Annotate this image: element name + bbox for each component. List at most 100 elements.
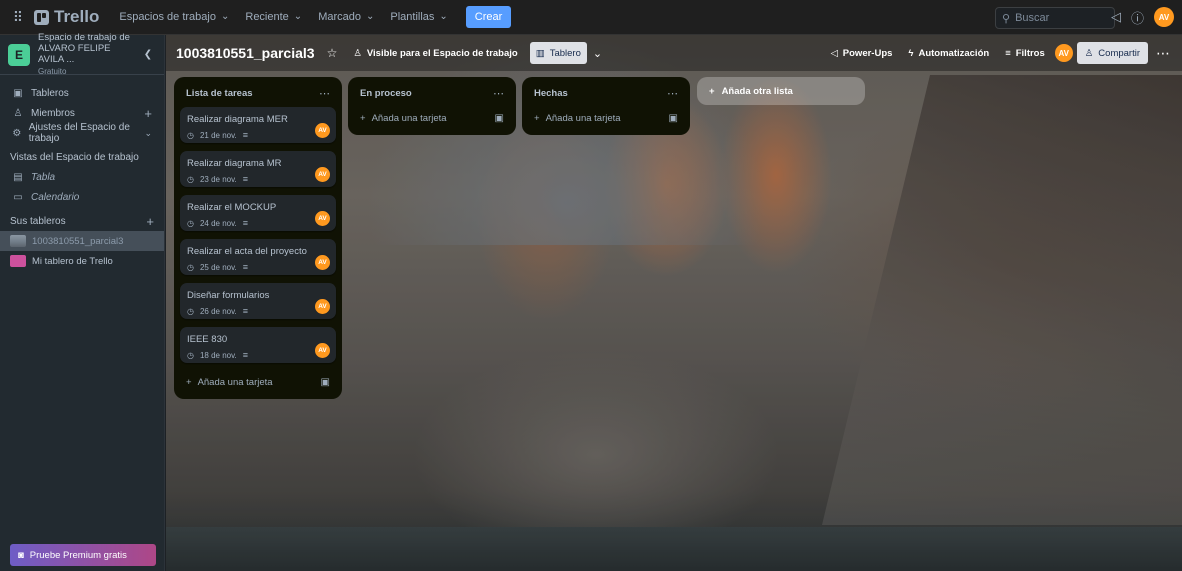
boards-icon: ▣ <box>13 87 23 99</box>
card-due-date: 25 de nov. <box>199 262 237 272</box>
board-menu-icon[interactable]: ⋯ <box>1152 45 1174 62</box>
collapse-sidebar-icon[interactable]: ❮ <box>140 49 156 60</box>
card-member-avatar[interactable]: AV <box>315 299 330 314</box>
list-in-progress: En proceso ⋯ + Añada una tarjeta ▣ <box>348 77 516 135</box>
share-button[interactable]: ♙ Compartir <box>1076 42 1148 64</box>
card-title: IEEE 830 <box>187 334 228 345</box>
clock-icon: ◷ <box>187 174 194 184</box>
lightning-icon: ϟ <box>908 47 914 59</box>
card-member-avatar[interactable]: AV <box>315 343 330 358</box>
card-member-avatar[interactable]: AV <box>315 211 330 226</box>
nav-recent[interactable]: Reciente ⌄ <box>237 4 310 30</box>
automation-button[interactable]: ϟ Automatización <box>902 42 995 64</box>
board-title[interactable]: 1003810551_parcial3 <box>176 45 315 61</box>
add-card-button[interactable]: + Añada una tarjeta ▣ <box>354 107 510 129</box>
your-boards-section: Sus tableros + <box>0 211 164 231</box>
card-member-avatar[interactable]: AV <box>315 123 330 138</box>
template-icon[interactable]: ▣ <box>495 113 504 124</box>
chevron-down-icon[interactable]: ⌄ <box>593 47 602 60</box>
card[interactable]: Diseñar formularios ◷ 26 de nov. ≡ AV <box>180 283 336 319</box>
premium-trial-label: Pruebe Premium gratis <box>29 549 127 561</box>
nav-workspaces-label: Espacios de trabajo <box>119 11 216 23</box>
create-button[interactable]: Crear <box>465 6 512 28</box>
nav-workspaces[interactable]: Espacios de trabajo ⌄ <box>111 4 237 30</box>
list-title[interactable]: Hechas <box>534 88 568 99</box>
workspace-plan: Gratuito <box>38 66 67 76</box>
add-list-button[interactable]: + Añada otra lista <box>697 77 865 105</box>
list-menu-icon[interactable]: ⋯ <box>493 87 504 100</box>
board-view-button[interactable]: ▥ Tablero <box>529 42 587 64</box>
nav-starred-label: Marcado <box>318 11 361 23</box>
card[interactable]: Realizar diagrama MER ◷ 21 de nov. ≡ AV <box>180 107 336 143</box>
list-title[interactable]: Lista de tareas <box>186 88 253 99</box>
card-due-date: 23 de nov. <box>199 174 237 184</box>
add-card-label: Añada una tarjeta <box>545 112 621 124</box>
power-ups-button[interactable]: ◁ Power-Ups <box>824 42 898 64</box>
board-thumbnail <box>10 255 26 267</box>
visibility-button[interactable]: ♙ Visible para el Espacio de trabajo <box>347 42 523 64</box>
add-board-icon[interactable]: + <box>146 214 154 229</box>
sidebar-board-current[interactable]: 1003810551_parcial3 <box>0 231 164 251</box>
list-title[interactable]: En proceso <box>360 88 412 99</box>
star-icon[interactable]: ☆ <box>327 46 338 60</box>
sidebar-board-trello[interactable]: Mi tablero de Trello <box>0 251 164 271</box>
nav-templates-label: Plantillas <box>390 11 435 23</box>
card-due-date: 18 de nov. <box>199 350 237 360</box>
chevron-down-icon: ⌄ <box>439 10 448 22</box>
top-navigation-bar: ⠿ Trello Espacios de trabajo ⌄ Reciente ⌄ … <box>0 0 1182 35</box>
trello-logo[interactable]: Trello <box>34 7 99 27</box>
premium-icon: ◙ <box>18 549 24 561</box>
views-section-title: Vistas del Espacio de trabajo <box>10 151 139 163</box>
card[interactable]: IEEE 830 ◷ 18 de nov. ≡ AV <box>180 327 336 363</box>
feedback-icon[interactable]: ◁ <box>1111 9 1121 25</box>
list-menu-icon[interactable]: ⋯ <box>319 87 330 100</box>
trello-logo-icon <box>34 9 49 25</box>
plus-icon: + <box>186 376 192 388</box>
filters-button[interactable]: ≡ Filtros <box>999 42 1051 64</box>
card-title: Diseñar formularios <box>187 290 270 301</box>
chevron-down-icon: ⌄ <box>365 10 375 22</box>
nav-recent-label: Reciente <box>245 11 289 23</box>
add-member-icon[interactable]: + <box>144 106 152 121</box>
sidebar-item-table[interactable]: ▤ Tabla <box>0 167 164 187</box>
search-input[interactable]: ⚲ Buscar <box>995 7 1115 29</box>
list-menu-icon[interactable]: ⋯ <box>667 87 678 100</box>
app-name: Trello <box>54 7 100 26</box>
template-icon[interactable]: ▣ <box>321 377 330 388</box>
card-member-avatar[interactable]: AV <box>315 167 330 182</box>
automation-label: Automatización <box>918 47 990 59</box>
list-tasks: Lista de tareas ⋯ Realizar diagrama MER … <box>174 77 342 399</box>
card-member-avatar[interactable]: AV <box>315 255 330 270</box>
add-card-button[interactable]: + Añada una tarjeta ▣ <box>528 107 684 129</box>
list-done: Hechas ⋯ + Añada una tarjeta ▣ <box>522 77 690 135</box>
plus-icon: + <box>709 85 715 97</box>
app-switcher-icon[interactable]: ⠿ <box>8 7 28 27</box>
board-view-label: Tablero <box>549 47 581 59</box>
card[interactable]: Realizar el MOCKUP ◷ 24 de nov. ≡ AV <box>180 195 336 231</box>
sidebar-item-members[interactable]: ♙ Miembros + <box>0 103 164 123</box>
calendar-icon: ▭ <box>13 191 23 203</box>
card[interactable]: Realizar el acta del proyecto ◷ 25 de nov… <box>180 239 336 275</box>
user-avatar[interactable]: AV <box>1154 7 1174 27</box>
board-member-avatar[interactable]: AV <box>1054 44 1073 62</box>
search-placeholder: Buscar <box>1015 12 1050 24</box>
nav-starred[interactable]: Marcado ⌄ <box>310 4 382 30</box>
template-icon[interactable]: ▣ <box>669 113 678 124</box>
card[interactable]: Realizar diagrama MR ◷ 23 de nov. ≡ AV <box>180 151 336 187</box>
premium-trial-button[interactable]: ◙ Pruebe Premium gratis <box>10 544 156 566</box>
visibility-label: Visible para el Espacio de trabajo <box>366 47 518 59</box>
sidebar-item-boards[interactable]: ▣ Tableros <box>0 83 164 103</box>
plus-icon: + <box>534 112 540 124</box>
clock-icon: ◷ <box>187 218 194 228</box>
sidebar-item-calendar-label: Calendario <box>31 191 80 203</box>
nav-templates[interactable]: Plantillas ⌄ <box>382 4 455 30</box>
clock-icon: ◷ <box>187 262 194 272</box>
sidebar-item-settings[interactable]: ⚙ Ajustes del Espacio de trabajo ⌄ <box>0 122 164 144</box>
sidebar-item-calendar[interactable]: ▭ Calendario <box>0 187 164 207</box>
add-card-button[interactable]: + Añada una tarjeta ▣ <box>180 371 336 393</box>
add-list-label: Añada otra lista <box>721 85 793 97</box>
workspace-badge[interactable]: E <box>8 43 30 66</box>
share-label: Compartir <box>1098 47 1140 59</box>
members-icon: ♙ <box>1084 47 1094 59</box>
help-icon[interactable]: ⓘ <box>1131 8 1144 27</box>
